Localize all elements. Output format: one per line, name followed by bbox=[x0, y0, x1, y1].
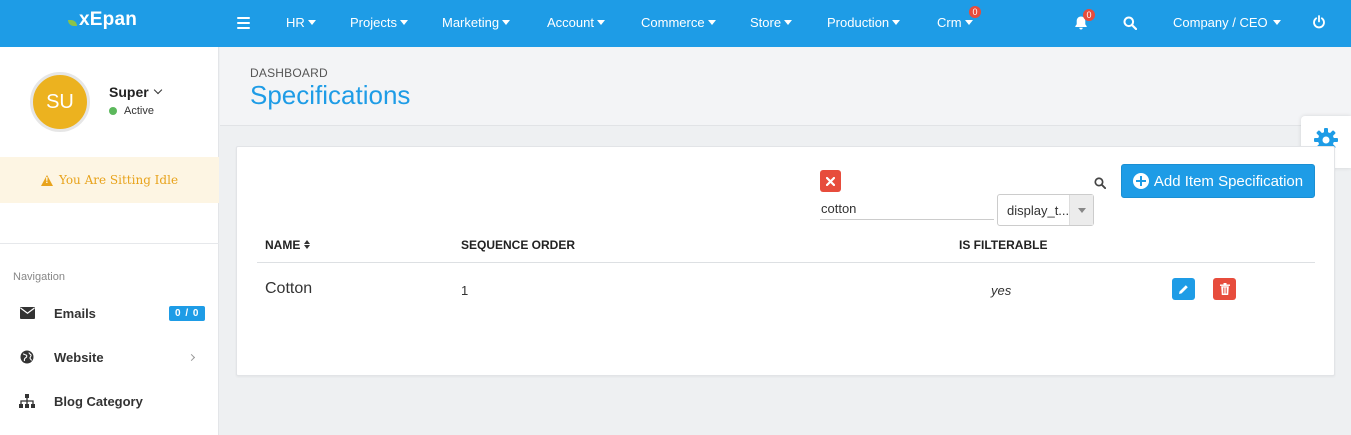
edit-button[interactable] bbox=[1172, 278, 1195, 300]
sidebar: SU Super Active You Are Sitting Idle Nav… bbox=[0, 47, 219, 435]
delete-button[interactable] bbox=[1213, 278, 1236, 300]
company-label: Company / CEO bbox=[1173, 15, 1268, 30]
page-title: Specifications bbox=[250, 80, 411, 110]
table-header-divider bbox=[257, 262, 1315, 263]
column-header-sequence-order: SEQUENCE ORDER bbox=[461, 238, 575, 252]
caret-down-icon bbox=[964, 20, 973, 25]
search-input[interactable] bbox=[820, 198, 994, 220]
topnav-item-label: Commerce bbox=[641, 15, 705, 30]
topnav-item-marketing[interactable]: Marketing bbox=[442, 15, 511, 30]
email-count-badge: 0 / 0 bbox=[169, 305, 206, 321]
power-icon[interactable] bbox=[1312, 15, 1326, 34]
chevron-down-icon bbox=[153, 85, 162, 95]
topnav-item-label: Store bbox=[750, 15, 782, 30]
add-item-specification-button[interactable]: Add Item Specification bbox=[1121, 164, 1315, 198]
cell-is-filterable: yes bbox=[991, 283, 1012, 298]
sidebar-item-blog-category[interactable]: Blog Category bbox=[0, 384, 219, 418]
cell-sequence-order: 1 bbox=[461, 283, 469, 298]
caret-down-icon bbox=[784, 20, 793, 25]
user-status: Active bbox=[109, 105, 154, 117]
caret-down-icon bbox=[307, 20, 316, 25]
column-header-label: IS FILTERABLE bbox=[959, 238, 1048, 252]
search-icon[interactable] bbox=[1123, 16, 1138, 35]
caret-down-icon bbox=[596, 20, 605, 25]
divider bbox=[0, 243, 219, 244]
topnav-item-commerce[interactable]: Commerce bbox=[641, 15, 716, 30]
sidebar-item-label: Emails bbox=[54, 305, 96, 321]
caret-down-icon bbox=[892, 20, 901, 25]
top-navbar: xEpan HR Projects Marketing Account Comm… bbox=[0, 0, 1351, 47]
topnav-item-label: Account bbox=[547, 15, 594, 30]
sidebar-item-website[interactable]: Website bbox=[0, 340, 219, 374]
page-header: DASHBOARD Specifications bbox=[220, 47, 1351, 126]
brand-name: xEpan bbox=[79, 9, 138, 30]
nav-heading: Navigation bbox=[13, 271, 65, 283]
avatar-initials: SU bbox=[46, 90, 74, 113]
select-arrow-icon bbox=[1069, 195, 1093, 225]
user-name: Super bbox=[109, 84, 149, 100]
caret-down-icon bbox=[399, 20, 408, 25]
brand-logo[interactable]: xEpan bbox=[68, 9, 137, 31]
avatar[interactable]: SU bbox=[30, 72, 90, 132]
topnav-item-production[interactable]: Production bbox=[827, 15, 901, 30]
sitemap-icon bbox=[19, 393, 35, 409]
search-icon[interactable] bbox=[1094, 176, 1107, 194]
topnav-item-label: HR bbox=[286, 15, 305, 30]
chevron-right-icon bbox=[187, 353, 196, 361]
envelope-icon bbox=[19, 305, 35, 321]
clear-filter-button[interactable] bbox=[820, 170, 841, 192]
idle-message: You Are Sitting Idle bbox=[58, 173, 179, 187]
breadcrumb[interactable]: DASHBOARD bbox=[250, 66, 328, 80]
sort-icon bbox=[304, 240, 311, 250]
topnav-item-label: Production bbox=[827, 15, 890, 30]
column-header-is-filterable: IS FILTERABLE bbox=[959, 238, 1047, 252]
crm-badge: 0 bbox=[969, 6, 981, 18]
caret-down-icon bbox=[1272, 20, 1281, 25]
notification-badge: 0 bbox=[1083, 9, 1095, 21]
topnav-item-label: Marketing bbox=[442, 15, 500, 30]
add-button-label: Add Item Specification bbox=[1153, 172, 1304, 190]
cell-name: Cotton bbox=[265, 280, 313, 297]
idle-alert: You Are Sitting Idle bbox=[0, 157, 219, 203]
sidebar-item-label: Website bbox=[54, 349, 104, 365]
topnav-item-label: Projects bbox=[350, 15, 397, 30]
warning-icon bbox=[40, 174, 53, 186]
topnav-item-crm[interactable]: Crm bbox=[937, 15, 973, 30]
sidebar-item-emails[interactable]: Emails 0 / 0 bbox=[0, 296, 219, 330]
user-menu[interactable]: Super bbox=[109, 84, 162, 100]
leaf-icon bbox=[68, 20, 77, 26]
status-dot-icon bbox=[109, 107, 117, 115]
select-value: display_t... bbox=[1007, 202, 1070, 218]
caret-down-icon bbox=[707, 20, 716, 25]
topnav-item-account[interactable]: Account bbox=[547, 15, 605, 30]
topnav-item-hr[interactable]: HR bbox=[286, 15, 316, 30]
pencil-icon bbox=[1179, 284, 1188, 294]
globe-icon bbox=[19, 349, 35, 365]
filter-field-select[interactable]: display_t... bbox=[997, 194, 1094, 226]
trash-icon bbox=[1219, 283, 1230, 295]
column-header-name[interactable]: NAME bbox=[265, 238, 311, 252]
topnav-item-projects[interactable]: Projects bbox=[350, 15, 408, 30]
column-header-label: SEQUENCE ORDER bbox=[461, 238, 576, 252]
caret-down-icon bbox=[502, 20, 511, 25]
hamburger-menu-icon[interactable] bbox=[237, 17, 250, 29]
specifications-card: display_t... Add Item Specification NAME… bbox=[236, 146, 1335, 376]
topnav-item-label: Crm bbox=[937, 15, 962, 30]
company-dropdown[interactable]: Company / CEO bbox=[1173, 15, 1281, 30]
sidebar-item-label: Blog Category bbox=[54, 393, 143, 409]
topnav-item-store[interactable]: Store bbox=[750, 15, 793, 30]
plus-circle-icon bbox=[1132, 173, 1149, 189]
close-icon bbox=[826, 176, 835, 186]
user-status-label: Active bbox=[124, 105, 154, 117]
column-header-label: NAME bbox=[265, 238, 301, 252]
